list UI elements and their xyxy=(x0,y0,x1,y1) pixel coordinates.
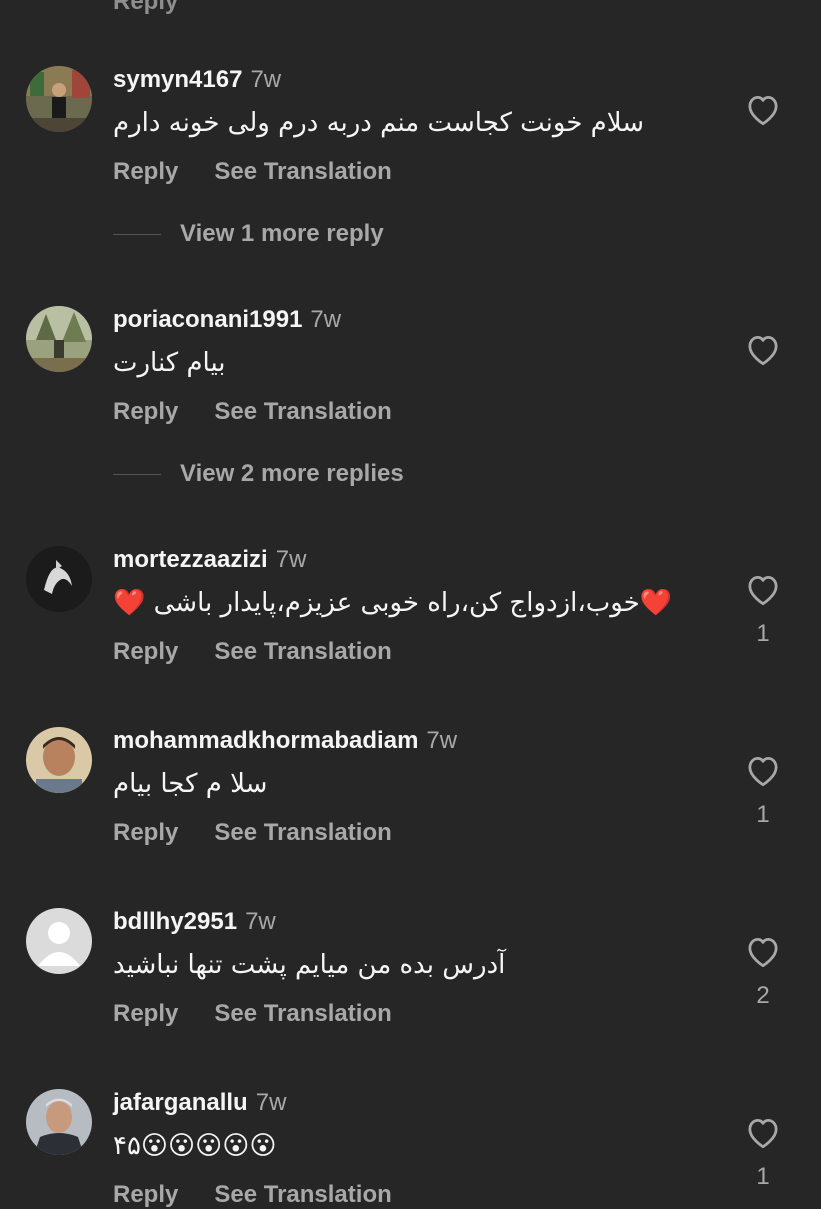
avatar[interactable] xyxy=(26,546,92,612)
username[interactable]: symyn4167 xyxy=(113,66,242,93)
timestamp: 7w xyxy=(245,908,276,935)
reply-button[interactable]: Reply xyxy=(113,1181,178,1208)
view-replies-label: View 1 more reply xyxy=(180,220,384,247)
see-translation-button[interactable]: See Translation xyxy=(214,158,391,185)
reply-button[interactable]: Reply xyxy=(113,819,178,846)
comment-header: mortezzaazizi 7w xyxy=(113,546,306,574)
comment-actions: Reply See Translation xyxy=(113,819,392,847)
username[interactable]: mortezzaazizi xyxy=(113,546,268,573)
avatar[interactable] xyxy=(26,66,92,132)
heart-outline-icon[interactable] xyxy=(744,92,782,126)
comment-actions: Reply See Translation xyxy=(113,158,392,186)
reply-button[interactable]: Reply xyxy=(113,1000,178,1027)
comment-header: bdllhy2951 7w xyxy=(113,908,276,936)
comment-header: jafarganallu 7w xyxy=(113,1089,286,1117)
divider-line xyxy=(113,474,161,475)
reply-button[interactable]: Reply xyxy=(113,638,178,665)
comment-text: بیام کنارت xyxy=(113,348,226,378)
timestamp: 7w xyxy=(426,727,458,754)
avatar[interactable] xyxy=(26,1089,92,1155)
username[interactable]: jafarganallu xyxy=(113,1089,248,1116)
comment-header: poriaconani1991 7w xyxy=(113,306,341,334)
heart-outline-icon[interactable] xyxy=(744,1115,782,1149)
reply-button[interactable]: Reply xyxy=(113,398,178,425)
timestamp: 7w xyxy=(275,546,307,573)
see-translation-button[interactable]: See Translation xyxy=(214,819,391,846)
like-count: 1 xyxy=(756,801,770,828)
see-translation-button[interactable]: See Translation xyxy=(214,1000,391,1027)
heart-outline-icon[interactable] xyxy=(744,753,782,787)
avatar[interactable] xyxy=(26,727,92,793)
comment-text: ۴۵😮😮😮😮😮 xyxy=(113,1131,277,1161)
avatar[interactable] xyxy=(26,908,92,974)
view-replies-button[interactable]: View 1 more reply xyxy=(113,220,613,250)
heart-outline-icon[interactable] xyxy=(744,934,782,968)
comment-actions: Reply See Translation xyxy=(113,638,392,666)
see-translation-button[interactable]: See Translation xyxy=(214,1181,391,1208)
view-replies-button[interactable]: View 2 more replies xyxy=(113,460,613,490)
comment-actions: Reply See Translation xyxy=(113,1000,392,1028)
comment-text: آدرس بده من میایم پشت تنها نباشید xyxy=(113,950,506,980)
like-count: 1 xyxy=(756,1163,770,1190)
timestamp: 7w xyxy=(255,1089,287,1116)
comment-text: سلام خونت کجاست منم دربه درم ولی خونه دا… xyxy=(113,108,645,138)
username[interactable]: mohammadkhormabadiam xyxy=(113,727,418,754)
comment-text: ❤️خوب،ازدواج کن،راه خوبی عزیزم،پایدار با… xyxy=(113,588,673,618)
comment-header: mohammadkhormabadiam 7w xyxy=(113,727,457,755)
view-replies-label: View 2 more replies xyxy=(180,460,404,487)
divider-line xyxy=(113,234,161,235)
username[interactable]: bdllhy2951 xyxy=(113,908,237,935)
comment-actions: Reply See Translation xyxy=(113,1181,392,1209)
like-count: 1 xyxy=(756,620,770,647)
heart-outline-icon[interactable] xyxy=(744,332,782,366)
heart-outline-icon[interactable] xyxy=(744,572,782,606)
like-count: 2 xyxy=(756,982,770,1009)
comment-text: سلا م کجا بیام xyxy=(113,769,268,799)
comment-header: symyn4167 7w xyxy=(113,66,281,94)
username[interactable]: poriaconani1991 xyxy=(113,306,302,333)
reply-button[interactable]: Reply xyxy=(113,158,178,185)
see-translation-button[interactable]: See Translation xyxy=(214,398,391,425)
timestamp: 7w xyxy=(310,306,342,333)
previous-reply-link[interactable]: Reply xyxy=(113,0,178,16)
avatar[interactable] xyxy=(26,306,92,372)
comment-actions: Reply See Translation xyxy=(113,398,392,426)
timestamp: 7w xyxy=(250,66,282,93)
see-translation-button[interactable]: See Translation xyxy=(214,638,391,665)
